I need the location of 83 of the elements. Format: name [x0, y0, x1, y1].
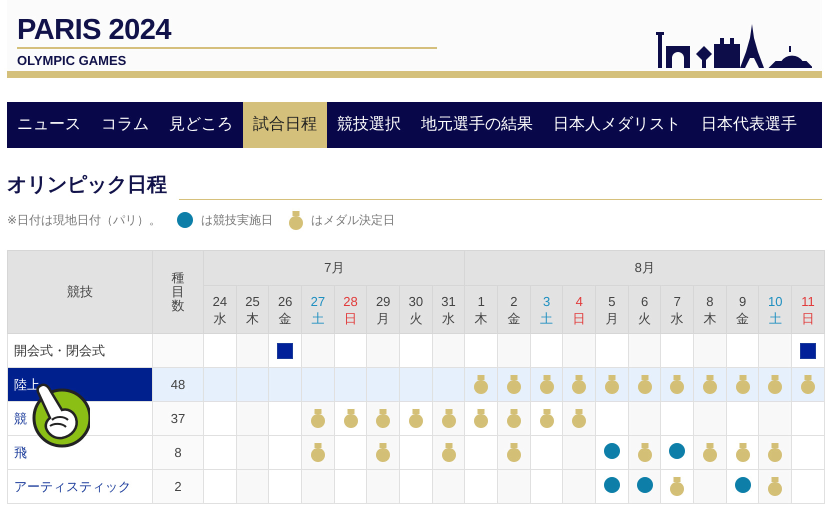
legend-label: はメダル決定日 [311, 212, 396, 228]
dot-icon [734, 477, 751, 493]
date-header: 6 火 [628, 286, 661, 334]
date-note: ※日付は現地日付（パリ）。 [7, 212, 162, 228]
medal-icon [768, 477, 782, 496]
page-heading: オリンピック日程 [7, 173, 167, 198]
medal-icon [540, 409, 554, 428]
medal-icon [408, 409, 423, 428]
medal-icon [638, 443, 652, 462]
medal-icon [474, 409, 488, 428]
medal-icon [736, 375, 750, 394]
event-count: 2 [152, 470, 204, 504]
sport-link[interactable]: 競 [14, 410, 27, 426]
nav-tab[interactable]: 競技選択 [327, 102, 411, 148]
legend-label: は競技実施日 [201, 212, 274, 228]
column-header: 種目数 [172, 270, 184, 314]
date-header: 9 金 [726, 286, 759, 334]
date-header: 10 土 [758, 286, 792, 334]
sport-link[interactable]: 飛 [14, 444, 27, 460]
medal-icon [702, 375, 717, 394]
date-header: 28 日 [334, 286, 367, 334]
date-header: 29 月 [366, 286, 400, 334]
medal-icon [376, 409, 390, 428]
nav-tab[interactable]: ニュース [7, 102, 91, 148]
logo-title: PARIS 2024 [17, 15, 172, 45]
medal-icon [572, 375, 586, 394]
date-header: 26 金 [268, 286, 302, 334]
medal-icon [702, 443, 717, 462]
sport-name: 開会式・閉会式 [14, 342, 105, 358]
month-header: 7月 [204, 250, 465, 286]
medal-icon [344, 409, 358, 428]
date-header: 30 火 [400, 286, 432, 334]
medal-icon [540, 375, 554, 394]
dot-icon [604, 443, 620, 459]
date-header: 7 水 [660, 286, 694, 334]
date-header: 5 月 [596, 286, 628, 334]
nav-tab[interactable]: 地元選手の結果 [411, 102, 543, 148]
date-header: 2 金 [498, 286, 530, 334]
medal-icon [310, 443, 325, 462]
medal-icon [638, 375, 652, 394]
date-header: 1 木 [464, 286, 498, 334]
nav-tab[interactable]: 日本代表選手 [691, 102, 807, 148]
nav-tab[interactable]: 見どころ [159, 102, 243, 148]
medal-icon [442, 443, 456, 462]
date-header: 27 土 [302, 286, 334, 334]
medal-icon [474, 375, 488, 394]
ceremony-marker [800, 342, 816, 359]
medal-icon [736, 443, 750, 462]
medal-icon [442, 409, 456, 428]
dot-icon [669, 443, 686, 459]
month-header: 8月 [464, 250, 824, 286]
dot-icon [636, 477, 653, 493]
medal-icon [670, 477, 684, 496]
dot-icon [177, 212, 194, 228]
nav-tab[interactable]: 試合日程 [243, 102, 327, 148]
date-header: 3 土 [530, 286, 563, 334]
nav-tab[interactable]: コラム [91, 102, 159, 148]
medal-icon [801, 375, 816, 394]
medal-icon [572, 409, 586, 428]
medal-icon [506, 375, 521, 394]
date-header: 24 水 [204, 286, 236, 334]
ceremony-marker [277, 342, 294, 359]
medal-icon [289, 210, 304, 230]
medal-icon [506, 443, 521, 462]
medal-icon [310, 409, 325, 428]
event-count: 8 [152, 436, 204, 470]
medal-icon [376, 443, 390, 462]
logo-subtitle: OLYMPIC GAMES [17, 53, 128, 68]
medal-icon [768, 443, 782, 462]
column-header: 競技 [8, 250, 152, 334]
event-count: 37 [152, 402, 204, 436]
medal-icon [604, 375, 619, 394]
date-header: 25 木 [236, 286, 269, 334]
date-header: 4 日 [562, 286, 596, 334]
date-header: 8 木 [694, 286, 726, 334]
nav-tab[interactable]: 日本人メダリスト [543, 102, 691, 148]
date-header: 11 日 [792, 286, 824, 334]
medal-icon [506, 409, 521, 428]
event-count: 48 [152, 368, 204, 402]
dot-icon [604, 477, 620, 493]
medal-icon [670, 375, 684, 394]
date-header: 31 水 [432, 286, 465, 334]
medal-icon [768, 375, 782, 394]
